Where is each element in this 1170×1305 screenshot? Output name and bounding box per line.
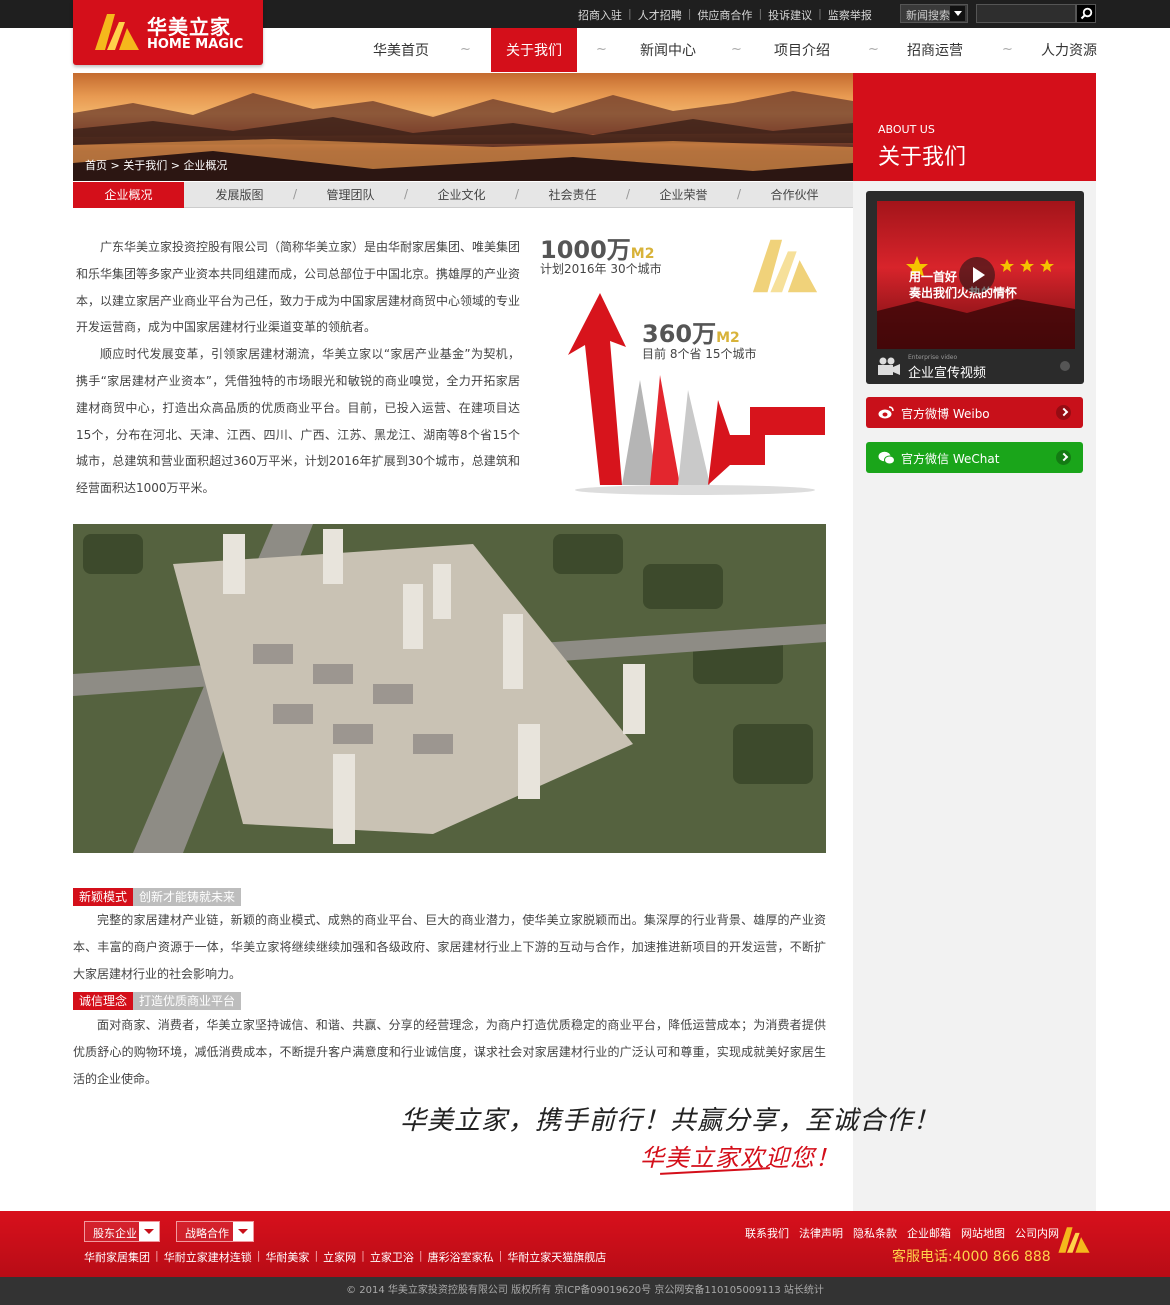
tab-responsibility[interactable]: 社会责任 <box>517 182 628 208</box>
intro-text: 广东华美立家投资控股有限公司（简称华美立家）是由华耐家居集团、唯美集团和乐华集团… <box>76 234 520 502</box>
breadcrumb-current: 企业概况 <box>183 159 228 172</box>
weibo-icon <box>878 406 894 419</box>
tab-overview[interactable]: 企业概况 <box>73 182 184 208</box>
chevron-down-icon <box>139 1222 159 1241</box>
play-icon[interactable] <box>959 257 995 293</box>
nav-separator: ~ <box>596 42 607 57</box>
logo-mark-icon <box>95 14 139 50</box>
breadcrumb: 首页 > 关于我们 > 企业概况 <box>85 159 228 172</box>
search-icon <box>1080 7 1093 20</box>
tab-culture[interactable]: 企业文化 <box>406 182 517 208</box>
aerial-render-image <box>73 524 826 853</box>
nav-separator: ~ <box>460 42 471 57</box>
logo-en-text: HOME MAGIC <box>147 37 244 52</box>
video-label: 企业宣传视频 <box>908 366 987 381</box>
tab-partners[interactable]: 合作伙伴 <box>739 182 850 208</box>
weibo-button[interactable]: 官方微博 Weibo <box>866 397 1083 428</box>
growth-stats-graphic: 1000万M2 计划2016年 30个城市 360万M2 目前 8个省 15个城… <box>540 230 830 500</box>
wechat-icon <box>878 451 895 465</box>
nav-item-about[interactable]: 关于我们 <box>491 28 577 72</box>
tab-development[interactable]: 发展版图 <box>184 182 295 208</box>
top-link-complaint[interactable]: 投诉建议 <box>768 7 812 23</box>
search-input[interactable] <box>976 4 1076 23</box>
intro-paragraph-2: 顺应时代发展变革，引领家居建材潮流，华美立家以“家居产业基金”为契机，携手“家居… <box>76 347 520 496</box>
footer-site-links: 联系我们 法律声明 隐私条款 企业邮箱 网站地图 公司内网 <box>745 1225 1059 1241</box>
chevron-down-icon[interactable] <box>1060 361 1070 371</box>
partner-select[interactable]: 战略合作 <box>176 1221 254 1242</box>
footer-link-legal[interactable]: 法律声明 <box>799 1225 843 1241</box>
breadcrumb-home[interactable]: 首页 <box>85 159 107 172</box>
slogan-calligraphy: 华美立家，携手前行！共赢分享，至诚合作！ <box>400 1106 941 1136</box>
top-link-report[interactable]: 监察举报 <box>828 7 872 23</box>
nav-item-hr[interactable]: 人力资源 <box>1030 28 1108 72</box>
footer-link-privacy[interactable]: 隐私条款 <box>853 1225 897 1241</box>
wechat-label: 官方微信 WeChat <box>901 452 1000 466</box>
nav-item-news[interactable]: 新闻中心 <box>629 28 707 72</box>
video-thumbnail[interactable]: 用一首好 奏出我们火热的情怀 <box>877 201 1075 349</box>
sub-nav: 企业概况 发展版图 / 管理团队 / 企业文化 / 社会责任 / 企业荣誉 / … <box>73 182 853 208</box>
nav-separator: ~ <box>868 42 879 57</box>
video-label-en: Enterprise video <box>908 354 958 361</box>
footer-link[interactable]: 立家网 <box>323 1249 356 1265</box>
chevron-right-icon <box>1056 450 1071 465</box>
top-links: 招商入驻 | 人才招聘 | 供应商合作 | 投诉建议 | 监察举报 <box>578 7 872 23</box>
section-tag: 诚信理念 <box>73 992 134 1010</box>
copyright-bar: © 2014 华美立家投资控股有限公司 版权所有 京ICP备09019620号 … <box>0 1277 1170 1305</box>
weibo-label: 官方微博 Weibo <box>901 407 990 421</box>
chevron-down-icon <box>233 1222 253 1241</box>
video-camera-icon <box>878 357 900 375</box>
wechat-button[interactable]: 官方微信 WeChat <box>866 442 1083 473</box>
site-logo[interactable]: 华美立家 HOME MAGIC <box>73 0 263 65</box>
banner-title-panel: ABOUT US 关于我们 <box>853 73 1096 181</box>
nav-item-projects[interactable]: 项目介绍 <box>763 28 841 72</box>
footer-link[interactable]: 华耐立家天猫旗舰店 <box>507 1249 606 1265</box>
top-link-supplier[interactable]: 供应商合作 <box>697 7 752 23</box>
tab-management[interactable]: 管理团队 <box>295 182 406 208</box>
footer-partner-links: 华耐家居集团 | 华耐立家建材连锁 | 华耐美家 | 立家网 | 立家卫浴 | 唐彩浴室家… <box>84 1249 607 1265</box>
footer-link[interactable]: 华耐家居集团 <box>84 1249 150 1265</box>
section-innovation-text: 完整的家居建材产业链，新颖的商业模式、成熟的商业平台、巨大的商业潜力，使华美立家… <box>73 913 826 981</box>
nav-item-investment[interactable]: 招商运营 <box>896 28 974 72</box>
footer-link-mail[interactable]: 企业邮箱 <box>907 1225 951 1241</box>
footer-link-sitemap[interactable]: 网站地图 <box>961 1225 1005 1241</box>
tab-honors[interactable]: 企业荣誉 <box>628 182 739 208</box>
copyright-text: © 2014 华美立家投资控股有限公司 版权所有 京ICP备09019620号 … <box>346 1285 824 1296</box>
logo-mark-icon <box>1058 1227 1090 1253</box>
banner-image: 首页 > 关于我们 > 企业概况 <box>73 73 853 181</box>
growth-arrow-icon <box>568 293 825 495</box>
breadcrumb-about[interactable]: 关于我们 <box>123 159 167 172</box>
footer-link[interactable]: 唐彩浴室家私 <box>428 1249 494 1265</box>
logo-cn-text: 华美立家 <box>147 15 231 39</box>
top-link-jobs[interactable]: 人才招聘 <box>638 7 682 23</box>
search-button[interactable] <box>1076 4 1096 23</box>
intro-paragraph-1: 广东华美立家投资控股有限公司（简称华美立家）是由华耐家居集团、唯美集团和乐华集团… <box>76 240 521 335</box>
section-subtitle: 创新才能铸就未来 <box>133 888 242 906</box>
chevron-right-icon <box>1056 405 1071 420</box>
section-integrity-text: 面对商家、消费者，华美立家坚持诚信、和谐、共赢、分享的经营理念，为商户打造优质稳… <box>73 1018 826 1086</box>
section-subtitle: 打造优质商业平台 <box>133 992 242 1010</box>
stat-target-desc: 计划2016年 30个城市 <box>540 262 662 276</box>
footer-link[interactable]: 华耐美家 <box>265 1249 309 1265</box>
nav-item-home[interactable]: 华美首页 <box>362 28 440 72</box>
section-integrity-title: 诚信理念 打造优质商业平台 <box>73 992 242 1010</box>
footer: 股东企业 战略合作 华耐家居集团 | 华耐立家建材连锁 | 华耐美家 | 立家网 | 立… <box>0 1211 1170 1277</box>
shareholder-select[interactable]: 股东企业 <box>84 1221 160 1242</box>
banner-title-cn: 关于我们 <box>878 145 967 170</box>
service-phone: 客服电话:4000 866 888 <box>892 1249 1051 1265</box>
section-tag: 新颖模式 <box>73 888 134 906</box>
banner-title-en: ABOUT US <box>878 123 935 136</box>
video-thumb-text-1: 用一首好 <box>909 270 958 284</box>
footer-link[interactable]: 华耐立家建材连锁 <box>164 1249 252 1265</box>
footer-link[interactable]: 立家卫浴 <box>370 1249 414 1265</box>
nav-separator: ~ <box>1002 42 1013 57</box>
footer-link-intranet[interactable]: 公司内网 <box>1015 1225 1059 1241</box>
footer-link-contact[interactable]: 联系我们 <box>745 1225 789 1241</box>
top-link-merchant[interactable]: 招商入驻 <box>578 7 622 23</box>
nav-separator: ~ <box>731 42 742 57</box>
project-aerial-image <box>73 524 826 853</box>
search-type-select[interactable]: 新闻搜索 <box>900 4 968 23</box>
chevron-down-icon <box>950 6 965 21</box>
main-nav: 华美首页 ~ 关于我们 ~ 新闻中心 ~ 项目介绍 ~ 招商运营 ~ 人力资源 <box>340 28 1097 72</box>
section-innovation-title: 新颖模式 创新才能铸就未来 <box>73 888 242 906</box>
